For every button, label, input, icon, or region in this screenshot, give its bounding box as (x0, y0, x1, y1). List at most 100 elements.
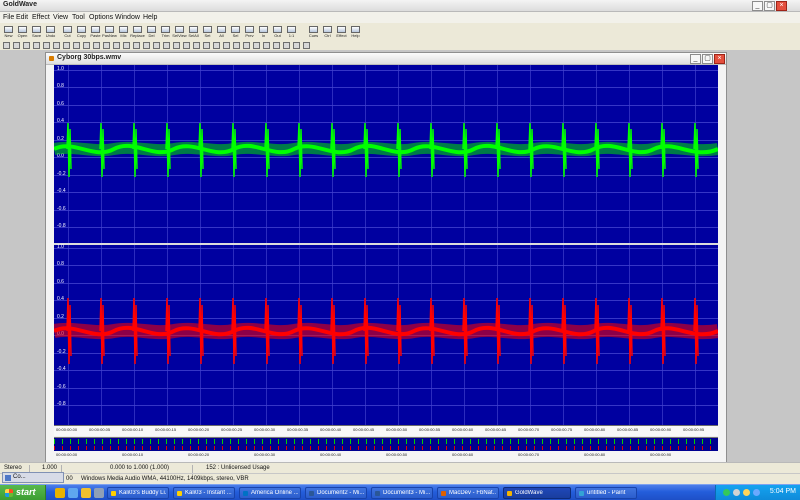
taskbar-button[interactable]: Kali03's Buddy Li... (107, 487, 169, 499)
taskbar-button-active[interactable]: GoldWave (503, 487, 571, 499)
cues-tool-button[interactable]: Cues (308, 25, 319, 39)
effect-toggle-31[interactable] (303, 42, 310, 49)
effect-toggle-27[interactable] (263, 42, 270, 49)
zoom-out-tool-button[interactable]: Out (272, 25, 283, 39)
document-close-button[interactable]: × (714, 54, 725, 64)
effect-toggle-22[interactable] (213, 42, 220, 49)
open-tool-button[interactable]: Open (17, 25, 28, 39)
effect-tool-button[interactable]: Effect (336, 25, 347, 39)
effect-toggle-24[interactable] (233, 42, 240, 49)
help-tool-button[interactable]: Help (350, 25, 361, 39)
timeline[interactable]: 00:00:00.00 00:00:00.05 00:00:00.10 00:0… (54, 425, 718, 459)
menu-tool[interactable]: Tool (72, 14, 85, 21)
effect-toggle-21[interactable] (203, 42, 210, 49)
effect-toggle-7[interactable] (63, 42, 70, 49)
prev-tool-button[interactable]: Prev (244, 25, 255, 39)
paste-tool-button[interactable]: Paste (90, 25, 101, 39)
taskbar-button[interactable]: America Online ... (239, 487, 301, 499)
menu-options[interactable]: Options (89, 14, 113, 21)
menu-view[interactable]: View (53, 14, 68, 21)
time-ruler[interactable]: 00:00:00.00 00:00:00.05 00:00:00.10 00:0… (54, 426, 718, 436)
mix-icon (119, 26, 128, 33)
replace-tool-button[interactable]: Replace (130, 25, 145, 39)
effect-toggle-10[interactable] (93, 42, 100, 49)
overview-waveform[interactable] (54, 437, 718, 451)
main-toolbar: New Open Save Undo Cut Copy Paste PasNew… (0, 24, 400, 40)
save-tool-button[interactable]: Save (31, 25, 42, 39)
effect-toggle-29[interactable] (283, 42, 290, 49)
overview-ruler[interactable]: 00:00:00.00 00:00:00.10 00:00:00.20 00:0… (54, 451, 718, 459)
menu-file[interactable]: File (3, 14, 14, 21)
effect-toggle-14[interactable] (133, 42, 140, 49)
effect-toggle-15[interactable] (143, 42, 150, 49)
volume-icon[interactable] (733, 489, 740, 496)
effect-toggle-2[interactable] (13, 42, 20, 49)
effect-toggle-30[interactable] (293, 42, 300, 49)
effect-toggle-5[interactable] (43, 42, 50, 49)
left-channel-waveform (54, 122, 718, 178)
effect-toggle-13[interactable] (123, 42, 130, 49)
effect-toggle-19[interactable] (183, 42, 190, 49)
menu-edit[interactable]: Edit (16, 14, 28, 21)
undo-tool-button[interactable]: Undo (45, 25, 56, 39)
effect-toggle-23[interactable] (223, 42, 230, 49)
menu-effect[interactable]: Effect (32, 14, 50, 21)
effect-toggle-11[interactable] (103, 42, 110, 49)
effect-toggle-4[interactable] (33, 42, 40, 49)
all-tool-button[interactable]: All (216, 25, 227, 39)
taskbar-button[interactable]: MacDev - FbNat... (437, 487, 499, 499)
effect-toggle-1[interactable] (3, 42, 10, 49)
trim-tool-button[interactable]: Trim (160, 25, 171, 39)
taskbar-button-label: America Online ... (251, 490, 298, 496)
taskbar-button[interactable]: untitled - Paint (575, 487, 637, 499)
select-tool-button[interactable]: Sel (230, 25, 241, 39)
effect-toggle-9[interactable] (83, 42, 90, 49)
quick-launch-desktop-icon[interactable] (68, 488, 78, 498)
effect-toggle-18[interactable] (173, 42, 180, 49)
effect-toggle-8[interactable] (73, 42, 80, 49)
close-button[interactable]: × (776, 1, 787, 11)
effect-toggle-28[interactable] (273, 42, 280, 49)
quick-launch-media-icon[interactable] (81, 488, 91, 498)
effect-toggle-26[interactable] (253, 42, 260, 49)
effect-toggle-6[interactable] (53, 42, 60, 49)
control-tool-button[interactable]: Ctrl (322, 25, 333, 39)
network-icon[interactable] (723, 489, 730, 496)
start-button[interactable]: start (0, 485, 46, 500)
document-minimize-button[interactable]: _ (690, 54, 701, 64)
select-view-tool-button[interactable]: SelView (172, 25, 187, 39)
quick-launch-app-icon[interactable] (94, 488, 104, 498)
waveform-display[interactable]: 1.0 0.8 0.6 0.4 0.2 0.0 -0.2 -0.4 -0.6 -… (54, 65, 718, 425)
effect-toggle-25[interactable] (243, 42, 250, 49)
taskbar-button[interactable]: Kali03 - Instant ... (173, 487, 235, 499)
restore-button[interactable]: ▢ (764, 1, 775, 11)
open-icon (18, 26, 27, 33)
minimized-window[interactable]: Co... (2, 472, 64, 483)
time-label: 00:00:00.50 (386, 427, 408, 432)
cut-tool-button[interactable]: Cut (62, 25, 73, 39)
effect-toggle-3[interactable] (23, 42, 30, 49)
delete-tool-button[interactable]: Del (146, 25, 157, 39)
effect-toggle-17[interactable] (163, 42, 170, 49)
document-restore-button[interactable]: ▢ (702, 54, 713, 64)
effect-toggle-20[interactable] (193, 42, 200, 49)
taskbar-button[interactable]: Document3 - Mi... (371, 487, 433, 499)
security-icon[interactable] (743, 489, 750, 496)
menu-window[interactable]: Window (115, 14, 140, 21)
quick-launch-ie-icon[interactable] (55, 488, 65, 498)
effect-toggle-16[interactable] (153, 42, 160, 49)
messenger-icon[interactable] (753, 489, 760, 496)
menu-help[interactable]: Help (143, 14, 157, 21)
zoom-one-tool-button[interactable]: 1:1 (286, 25, 297, 39)
effect-toggle-12[interactable] (113, 42, 120, 49)
clock[interactable]: 5:04 PM (770, 488, 796, 495)
select-all-tool-button[interactable]: SelAll (188, 25, 199, 39)
mix-tool-button[interactable]: Mix (118, 25, 129, 39)
taskbar-button[interactable]: Document2 - Mi... (305, 487, 367, 499)
set-tool-button[interactable]: Set (202, 25, 213, 39)
paste-new-tool-button[interactable]: PasNew (102, 25, 117, 39)
zoom-in-tool-button[interactable]: In (258, 25, 269, 39)
minimize-button[interactable]: _ (752, 1, 763, 11)
new-tool-button[interactable]: New (3, 25, 14, 39)
copy-tool-button[interactable]: Copy (76, 25, 87, 39)
